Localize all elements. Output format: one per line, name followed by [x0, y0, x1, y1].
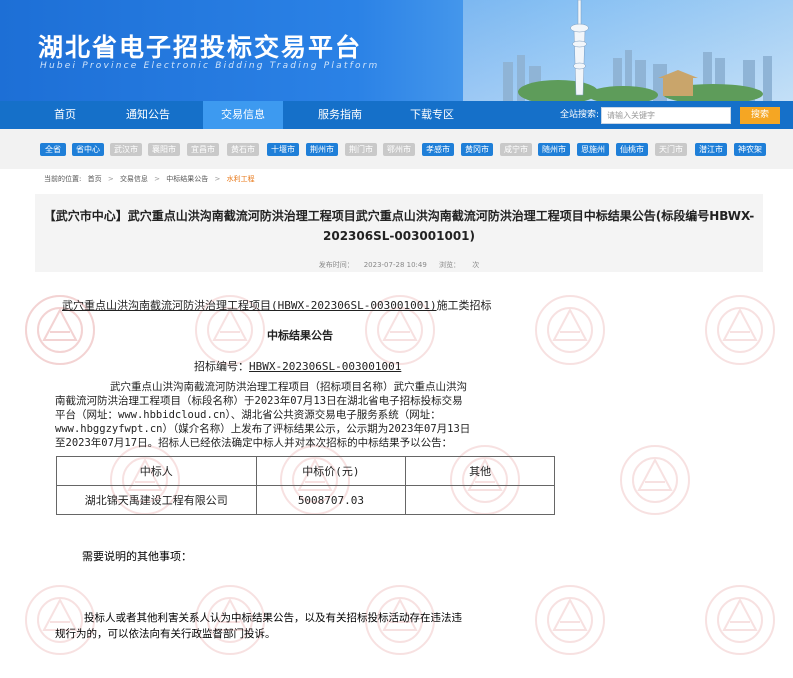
complaint-line: 投标人或者其他利害关系人认为中标结果公告，以及有关招标投标活动存在违法违: [84, 612, 462, 624]
region-filter-item[interactable]: 咸宁市: [500, 143, 532, 156]
winning-bidder-table: 中标人 中标价(元) 其他 湖北锦天禹建设工程有限公司 5008707.03: [56, 456, 555, 515]
region-filter-item[interactable]: 天门市: [655, 143, 687, 156]
region-filter-item[interactable]: 武汉市: [110, 143, 142, 156]
breadcrumb-current[interactable]: 水利工程: [227, 175, 255, 183]
nav-item-downloads[interactable]: 下载专区: [395, 101, 469, 129]
region-filter-item[interactable]: 襄阳市: [148, 143, 180, 156]
region-filter-item[interactable]: 全省: [40, 143, 66, 156]
region-filter-item[interactable]: 荆州市: [306, 143, 338, 156]
table-header-cell: 中标价(元): [255, 456, 407, 486]
table-cell: 湖北锦天禹建设工程有限公司: [56, 485, 257, 515]
notice-title-line: 【武穴市中心】武穴重点山洪沟南截流河防洪治理工程项目武穴重点山洪沟南截流河防洪治…: [43, 209, 755, 223]
table-cell: 5008707.03: [255, 485, 407, 515]
table-cell: [405, 485, 555, 515]
region-filter-item[interactable]: 恩施州: [577, 143, 609, 156]
publish-time-label: 发布时间：: [318, 261, 354, 269]
notice-title-box: 【武穴市中心】武穴重点山洪沟南截流河防洪治理工程项目武穴重点山洪沟南截流河防洪治…: [35, 194, 763, 272]
breadcrumb-trade-info[interactable]: 交易信息: [120, 175, 148, 183]
views-unit: 次: [472, 261, 480, 269]
region-filter-item[interactable]: 潜江市: [695, 143, 727, 156]
region-filter-item[interactable]: 神农架: [734, 143, 766, 156]
nav-item-trade-info[interactable]: 交易信息: [203, 101, 283, 129]
paragraph-line: 南截流河防洪治理工程项目（标段名称）于2023年07月13日在湖北省电子招标投标…: [55, 395, 463, 407]
paragraph-line: 武穴重点山洪沟南截流河防洪治理工程项目（招标项目名称）武穴重点山洪沟: [110, 381, 467, 393]
region-filter-item[interactable]: 荆门市: [345, 143, 377, 156]
breadcrumb-separator: >: [154, 175, 161, 183]
publish-time: 2023-07-28 10:49: [363, 261, 427, 269]
city-skyline-image: [463, 0, 793, 101]
complaint-line: 规行为的，可以依法向有关行政监督部门投诉。: [55, 628, 276, 640]
nav-item-service-guide[interactable]: 服务指南: [300, 101, 380, 129]
project-name: 武穴重点山洪沟南截流河防洪治理工程项目(HBWX-202306SL-003001…: [62, 299, 437, 312]
notice-meta: 发布时间： 2023-07-28 10:49 浏览： 次: [35, 260, 763, 270]
search-input[interactable]: 请输入关键字: [601, 107, 731, 124]
nav-item-home[interactable]: 首页: [30, 101, 100, 129]
breadcrumb-prefix: 当前的位置:: [44, 175, 82, 183]
nav-item-notices[interactable]: 通知公告: [112, 101, 184, 129]
region-filter-item[interactable]: 省中心: [72, 143, 104, 156]
region-filter-item[interactable]: 十堰市: [267, 143, 299, 156]
region-filter-item[interactable]: 孝感市: [422, 143, 454, 156]
site-title[interactable]: 湖北省电子招投标交易平台: [38, 28, 362, 64]
search-label: 全站搜索:: [560, 110, 600, 120]
project-line: 武穴重点山洪沟南截流河防洪治理工程项目(HBWX-202306SL-003001…: [62, 297, 492, 313]
region-filter-item[interactable]: 黄冈市: [461, 143, 493, 156]
paragraph-line: www.hbggzyfwpt.cn）（媒介名称）上发布了评标结果公示，公示期为2…: [55, 423, 471, 435]
project-suffix: 施工类招标: [436, 299, 492, 312]
region-filter-item[interactable]: 随州市: [538, 143, 570, 156]
paragraph-line: 至2023年07月17日。招标人已经依法确定中标人并对本次招标的中标结果予以公告…: [55, 437, 453, 449]
breadcrumb-separator: >: [214, 175, 221, 183]
region-filter-item[interactable]: 黄石市: [227, 143, 259, 156]
table-header-cell: 其他: [405, 456, 555, 486]
header-banner: 湖北省电子招投标交易平台 Hubei Province Electronic B…: [0, 0, 793, 101]
region-filter-item[interactable]: 仙桃市: [616, 143, 648, 156]
bid-number-label: 招标编号：: [194, 360, 249, 373]
other-items-label: 需要说明的其他事项：: [82, 550, 192, 563]
bid-number-line: 招标编号：HBWX-202306SL-003001001: [194, 358, 401, 374]
table-header-cell: 中标人: [56, 456, 257, 486]
search-button[interactable]: 搜索: [740, 107, 780, 124]
views-label: 浏览：: [439, 261, 461, 269]
table-row: 湖北锦天禹建设工程有限公司 5008707.03: [56, 485, 555, 515]
main-nav: 首页 通知公告 交易信息 服务指南 下载专区 全站搜索: 请输入关键字 搜索: [0, 101, 793, 129]
notice-title-line: 202306SL-003001001): [323, 229, 475, 243]
page: 湖北省电子招投标交易平台 Hubei Province Electronic B…: [0, 0, 793, 678]
result-heading: 中标结果公告: [267, 329, 333, 342]
region-filter-bar: 全省 省中心 武汉市 襄阳市 宜昌市 黄石市 十堰市 荆州市 荆门市 鄂州市 孝感市 黄冈市 咸宁市 随州…: [0, 129, 793, 169]
notice-title: 【武穴市中心】武穴重点山洪沟南截流河防洪治理工程项目武穴重点山洪沟南截流河防洪治…: [35, 206, 763, 246]
table-header-row: 中标人 中标价(元) 其他: [56, 456, 555, 486]
breadcrumb-home[interactable]: 首页: [88, 175, 102, 183]
paragraph-line: 平台（网址：www.hbbidcloud.cn）、湖北省公共资源交易电子服务系统…: [55, 409, 441, 421]
breadcrumb-separator: >: [107, 175, 114, 183]
region-filter-item[interactable]: 鄂州市: [383, 143, 415, 156]
breadcrumb-result-notice[interactable]: 中标结果公告: [166, 175, 208, 183]
bid-number: HBWX-202306SL-003001001: [249, 360, 402, 373]
region-filter-item[interactable]: 宜昌市: [187, 143, 219, 156]
site-subtitle: Hubei Province Electronic Bidding Tradin…: [40, 61, 380, 71]
breadcrumb: 当前的位置: 首页 > 交易信息 > 中标结果公告 > 水利工程: [44, 174, 259, 184]
